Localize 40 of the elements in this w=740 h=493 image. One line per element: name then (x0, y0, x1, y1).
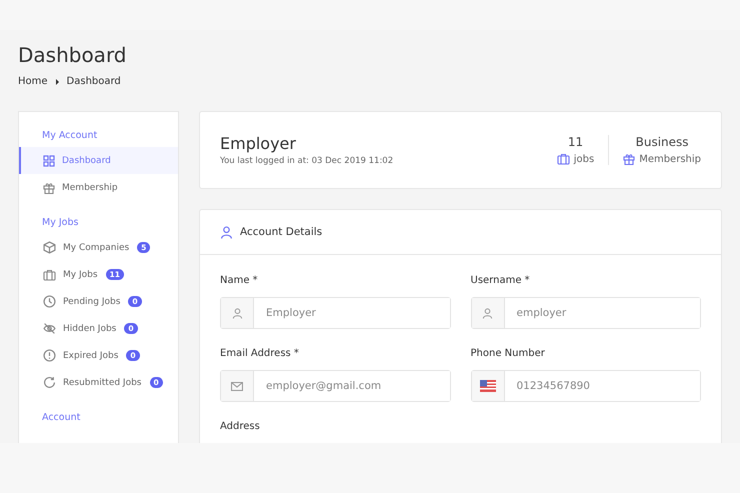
alert-icon (43, 349, 56, 362)
last-login-text: You last logged in at: 03 Dec 2019 11:02 (220, 156, 394, 166)
stat-value: Business (636, 135, 689, 149)
stat-value: 11 (568, 135, 584, 149)
user-icon (232, 308, 242, 318)
page-title: Dashboard (18, 43, 128, 67)
sidebar-item[interactable]: Membership (19, 174, 178, 201)
clock-icon (43, 295, 56, 308)
gift-icon (623, 153, 636, 165)
field-label: Username * (470, 275, 531, 286)
stat-label: Membership (639, 154, 701, 164)
sidebar-heading: My Jobs (41, 216, 80, 230)
profile-name: Employer (220, 134, 297, 153)
input-field[interactable]: employer@gmail.com (220, 370, 450, 402)
field-label: Email Address * (220, 348, 300, 359)
field-label: Name * (220, 275, 259, 286)
sidebar-item[interactable]: Dashboard (19, 147, 178, 174)
field-label: Address (220, 421, 261, 432)
refresh-icon (43, 376, 56, 389)
gift-icon (43, 182, 55, 194)
envelope-icon (231, 382, 243, 390)
grid-icon (43, 154, 55, 166)
input-field[interactable]: employer (470, 297, 701, 329)
briefcase-icon (43, 268, 56, 280)
input-field[interactable]: Employer (220, 297, 450, 329)
hidden-eye-icon (43, 322, 56, 335)
breadcrumb-link[interactable]: Home (18, 76, 48, 87)
card-title: Account Details (240, 226, 322, 238)
caret-icon (56, 78, 59, 84)
cube-icon (43, 241, 56, 254)
briefcase-icon (556, 153, 570, 165)
flag-icon (480, 380, 496, 392)
field-label: Phone Number (470, 348, 546, 359)
user-icon (482, 308, 493, 318)
stat-label: jobs (574, 154, 594, 164)
breadcrumb-current: Dashboard (66, 76, 121, 87)
input-field[interactable]: 01234567890 (470, 370, 701, 402)
sidebar-heading: Account (41, 411, 82, 425)
user-icon (220, 226, 233, 238)
sidebar-heading: My Account (41, 129, 98, 143)
